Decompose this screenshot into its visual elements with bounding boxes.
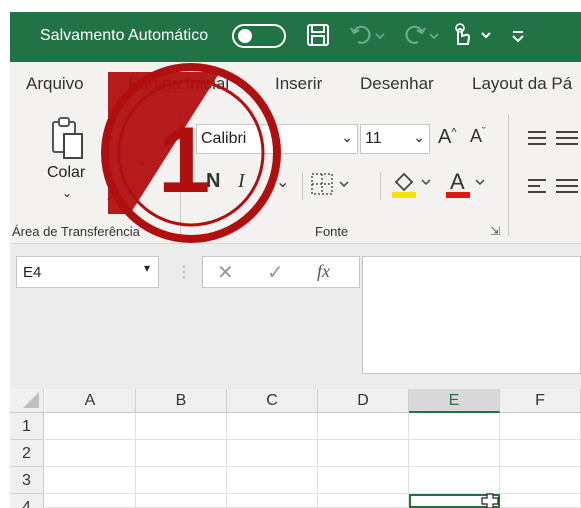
underline-dropdown-icon[interactable]: ⌄: [276, 172, 289, 192]
cell[interactable]: [409, 440, 500, 467]
autosave-label: Salvamento Automático: [40, 27, 209, 44]
cell[interactable]: [136, 440, 227, 467]
paste-icon[interactable]: [50, 116, 86, 167]
font-color-icon[interactable]: A: [444, 168, 490, 205]
cell[interactable]: [318, 494, 409, 508]
font-size-dropdown-icon[interactable]: ⌄: [413, 129, 425, 146]
divider: [302, 172, 303, 200]
divider: [380, 172, 381, 200]
name-box[interactable]: E4 ▾: [16, 256, 159, 288]
name-box-dropdown-icon[interactable]: ▾: [144, 261, 150, 275]
column-header-e[interactable]: E: [409, 389, 500, 413]
cell[interactable]: [409, 413, 500, 440]
select-all-corner[interactable]: [10, 389, 44, 413]
row-header-4[interactable]: 4: [10, 494, 44, 508]
cell[interactable]: [318, 467, 409, 494]
cell[interactable]: [227, 440, 318, 467]
name-box-value: E4: [23, 264, 42, 281]
cell[interactable]: [500, 413, 581, 440]
align-top-icon[interactable]: [526, 128, 581, 153]
formula-bar-grip-icon: ⋮: [176, 264, 192, 281]
undo-icon[interactable]: [348, 22, 388, 53]
toggle-knob: [238, 29, 252, 43]
formula-bar-area: E4 ▾ ⋮ ✕ ✓ fx: [10, 244, 581, 389]
cell-cursor-icon: [480, 492, 500, 508]
paste-dropdown-icon[interactable]: ⌄: [62, 186, 72, 200]
title-bar: Salvamento Automático: [10, 12, 581, 62]
redo-icon[interactable]: [400, 22, 442, 53]
ribbon-tabs: Arquivo Página Inicial Inserir Desenhar …: [10, 62, 581, 106]
row-header-1[interactable]: 1: [10, 413, 44, 440]
formula-buttons: ✕ ✓ fx: [202, 256, 360, 288]
cell[interactable]: [45, 440, 136, 467]
font-name-select[interactable]: Calibri ⌄: [196, 124, 358, 154]
enter-icon[interactable]: ✓: [267, 260, 284, 285]
step-number: 1: [158, 107, 211, 212]
grow-font-icon[interactable]: A^: [438, 126, 457, 149]
italic-button[interactable]: I: [238, 170, 245, 193]
tab-arquivo[interactable]: Arquivo: [26, 74, 84, 94]
row-header-3[interactable]: 3: [10, 467, 44, 494]
cell[interactable]: [500, 440, 581, 467]
tab-desenhar[interactable]: Desenhar: [360, 74, 434, 94]
borders-icon[interactable]: [310, 172, 354, 203]
tab-pagina-inicial[interactable]: Página Inicial: [128, 74, 229, 94]
cancel-icon[interactable]: ✕: [217, 260, 234, 285]
font-name-dropdown-icon[interactable]: ⌄: [341, 129, 353, 146]
group-divider: [508, 114, 509, 236]
format-painter-icon[interactable]: [106, 188, 122, 207]
font-group-label: Fonte: [315, 224, 349, 239]
formula-input[interactable]: [362, 256, 581, 374]
cell[interactable]: [500, 494, 581, 508]
cell[interactable]: [409, 467, 500, 494]
row-header-2[interactable]: 2: [10, 440, 44, 467]
insert-function-icon[interactable]: fx: [317, 261, 330, 282]
column-header-d[interactable]: D: [318, 389, 409, 413]
cell[interactable]: [318, 413, 409, 440]
cell[interactable]: [318, 440, 409, 467]
paste-label[interactable]: Colar: [47, 164, 85, 182]
cell[interactable]: [227, 413, 318, 440]
font-size-value: 11: [365, 130, 382, 147]
shrink-font-icon[interactable]: Aˇ: [470, 126, 486, 147]
save-icon[interactable]: [305, 22, 331, 53]
cell[interactable]: [136, 494, 227, 508]
align-left-icon[interactable]: [526, 176, 581, 201]
clipboard-more-icon[interactable]: ⌄: [136, 152, 148, 169]
tab-layout[interactable]: Layout da Pá: [472, 74, 572, 94]
column-header-a[interactable]: A: [45, 389, 136, 413]
ribbon-home: Colar ⌄ ⌄ Área de Transferência Calibri …: [10, 106, 581, 244]
tab-inserir[interactable]: Inserir: [275, 74, 322, 94]
cell[interactable]: [227, 467, 318, 494]
touch-mode-icon[interactable]: [450, 22, 500, 53]
column-header-b[interactable]: B: [136, 389, 227, 413]
column-header-c[interactable]: C: [227, 389, 318, 413]
cell[interactable]: [136, 413, 227, 440]
font-size-select[interactable]: 11 ⌄: [360, 124, 430, 154]
clipboard-group-label: Área de Transferência: [12, 224, 140, 239]
cell[interactable]: [45, 494, 136, 508]
svg-text:A: A: [450, 169, 465, 194]
autosave-toggle[interactable]: [232, 24, 286, 48]
cell[interactable]: [136, 467, 227, 494]
worksheet-grid: A B C D E F 1 2 3 4: [10, 389, 581, 508]
cell[interactable]: [45, 413, 136, 440]
cell[interactable]: [500, 467, 581, 494]
column-header-f[interactable]: F: [500, 389, 581, 413]
fill-color-icon[interactable]: [390, 168, 436, 205]
customize-qat-icon[interactable]: [508, 22, 528, 53]
font-dialog-launcher-icon[interactable]: ⇲: [490, 224, 500, 238]
cell[interactable]: [45, 467, 136, 494]
cell[interactable]: [227, 494, 318, 508]
